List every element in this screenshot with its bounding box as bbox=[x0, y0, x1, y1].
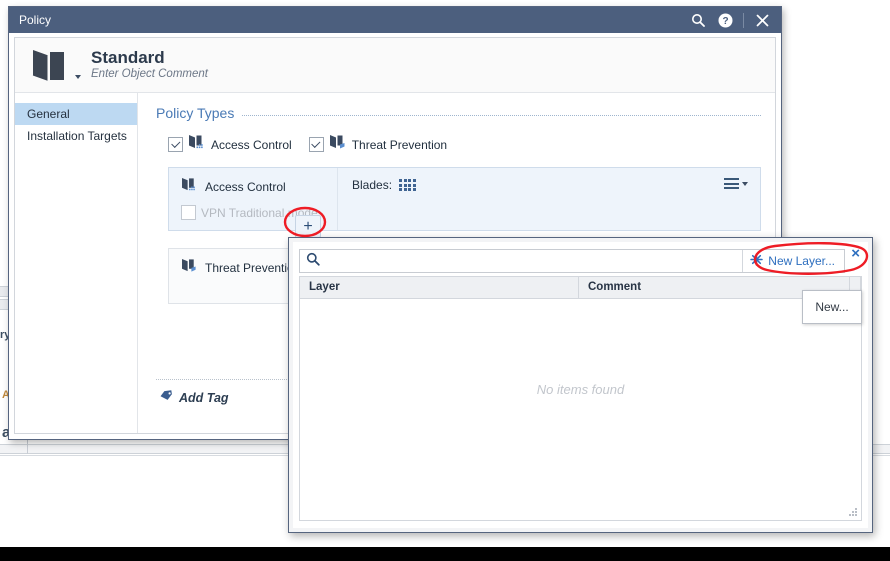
layer-grid-body: No items found bbox=[300, 299, 861, 520]
layer-picker-inner: × New Layer... Layer Comment No items fo… bbox=[293, 242, 868, 528]
layer-picker-toolbar: New Layer... bbox=[299, 249, 845, 273]
access-control-card[interactable]: Access Control VPN Traditional mode Blad… bbox=[168, 167, 761, 238]
policy-type-checkboxes: Access Control Threat Prevention bbox=[156, 134, 761, 155]
layer-picker-dialog: × New Layer... Layer Comment No items fo… bbox=[288, 237, 873, 533]
screen: ry A anup rule Policy ? bbox=[0, 0, 890, 561]
policy-types-section-header: Policy Types bbox=[156, 105, 761, 121]
close-icon[interactable] bbox=[753, 11, 771, 29]
policy-titlebar: Policy ? bbox=[9, 7, 781, 33]
checkbox-vpn-traditional-mode[interactable] bbox=[181, 205, 196, 220]
nav-pane: General Installation Targets bbox=[15, 93, 138, 433]
bottom-bar bbox=[0, 547, 890, 561]
layer-grid: Layer Comment No items found bbox=[299, 276, 862, 521]
checkbox-threat-prevention[interactable] bbox=[308, 137, 324, 152]
search-icon bbox=[306, 252, 320, 271]
blades-grid-icon[interactable] bbox=[399, 179, 416, 191]
add-tag-label: Add Tag bbox=[179, 390, 229, 405]
object-title-block: Standard Enter Object Comment bbox=[91, 48, 208, 82]
access-control-card-title: Access Control bbox=[205, 180, 286, 194]
section-title: Policy Types bbox=[156, 105, 235, 121]
sidebar-item-installation-targets[interactable]: Installation Targets bbox=[15, 125, 137, 147]
window-title: Policy bbox=[19, 13, 52, 27]
object-header: Standard Enter Object Comment bbox=[15, 38, 775, 93]
policy-package-icon bbox=[29, 46, 71, 84]
section-rule bbox=[242, 115, 761, 117]
threat-prevention-card-title: Threat Prevention bbox=[205, 261, 301, 275]
titlebar-separator bbox=[743, 12, 744, 28]
new-layer-button[interactable]: New Layer... bbox=[742, 250, 844, 272]
column-header-layer[interactable]: Layer bbox=[300, 277, 579, 298]
resize-grip[interactable] bbox=[849, 508, 858, 517]
tag-icon bbox=[160, 390, 173, 405]
access-control-card-right: Blades: bbox=[338, 168, 760, 230]
sidebar-item-general[interactable]: General bbox=[15, 103, 137, 125]
hamburger-menu-icon[interactable] bbox=[724, 178, 748, 189]
object-comment-field[interactable]: Enter Object Comment bbox=[91, 67, 208, 82]
new-layer-label: New Layer... bbox=[768, 254, 835, 268]
close-icon[interactable]: × bbox=[851, 246, 860, 261]
svg-text:?: ? bbox=[722, 16, 728, 27]
access-control-icon bbox=[181, 177, 198, 197]
search-box[interactable] bbox=[300, 250, 743, 272]
layer-grid-header: Layer Comment bbox=[300, 277, 861, 299]
access-control-icon bbox=[188, 134, 206, 155]
help-icon[interactable]: ? bbox=[716, 11, 734, 29]
checkbox-label-access-control: Access Control bbox=[211, 137, 292, 152]
chevron-down-icon[interactable] bbox=[71, 41, 85, 89]
empty-state-message: No items found bbox=[536, 382, 625, 397]
add-layer-plus-button[interactable]: + bbox=[295, 215, 321, 238]
tooltip-new: New... bbox=[802, 290, 862, 324]
threat-prevention-icon bbox=[329, 134, 347, 155]
object-name: Standard bbox=[91, 48, 165, 67]
new-star-icon bbox=[750, 253, 764, 269]
threat-prevention-icon bbox=[181, 258, 198, 278]
checkbox-access-control[interactable] bbox=[168, 137, 183, 152]
access-control-card-title-row: Access Control bbox=[181, 177, 337, 197]
search-icon[interactable] bbox=[689, 11, 707, 29]
search-input[interactable] bbox=[320, 254, 743, 268]
blades-label: Blades: bbox=[352, 178, 393, 192]
blades-row: Blades: bbox=[352, 178, 416, 192]
titlebar-controls: ? bbox=[689, 11, 775, 29]
checkbox-label-threat-prevention: Threat Prevention bbox=[351, 137, 448, 152]
